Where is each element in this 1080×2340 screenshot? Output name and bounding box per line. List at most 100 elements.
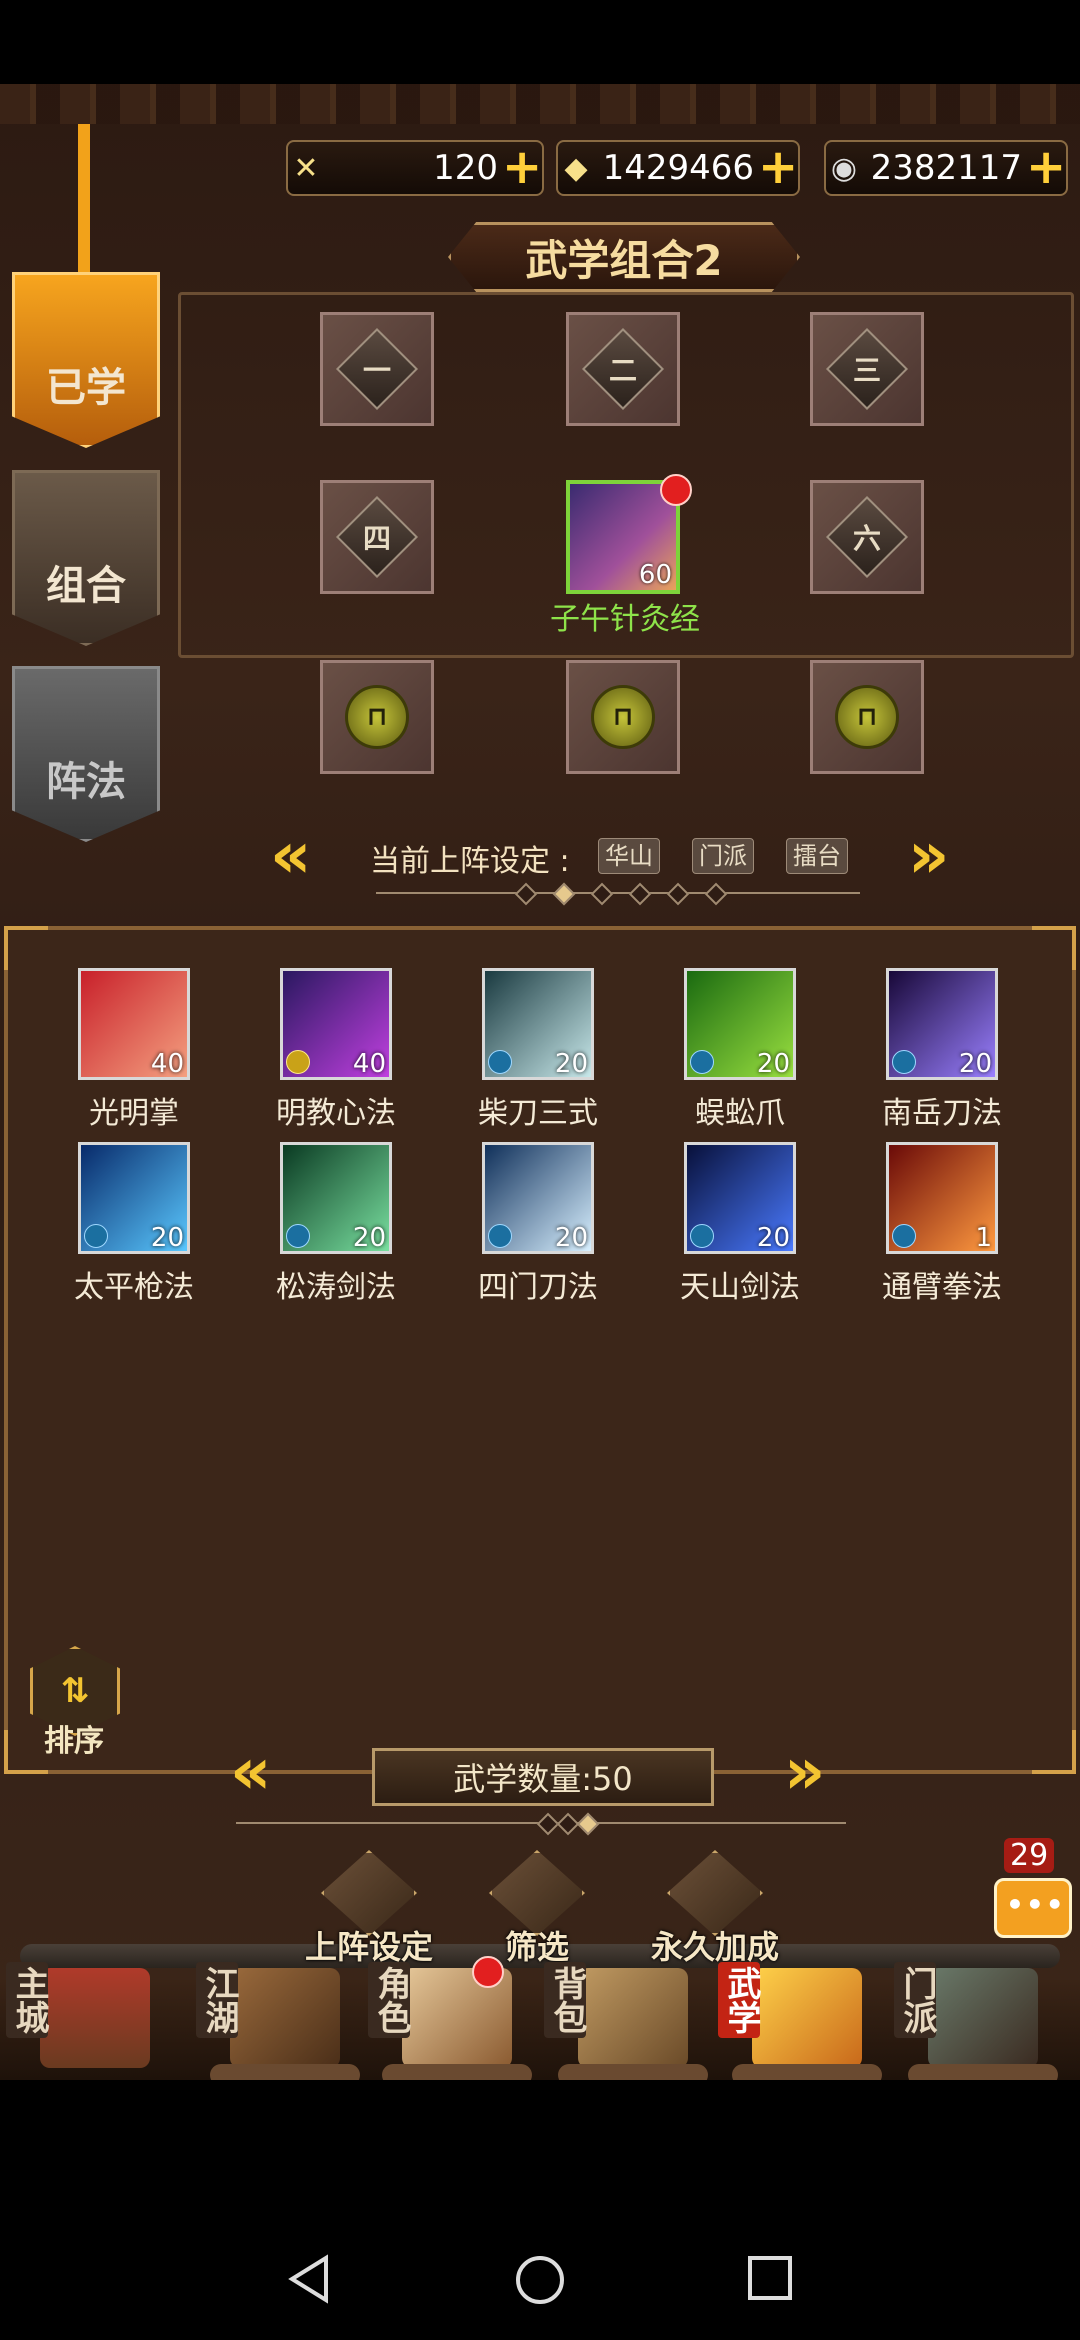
nav-character[interactable]: 角色: [362, 1952, 532, 2080]
skill-count-text: 武学数量:50: [453, 1760, 633, 1798]
combo-slot-3[interactable]: 三: [810, 312, 924, 426]
nav-martial-arts[interactable]: 武学: [712, 1952, 882, 2080]
skill-card[interactable]: 20: [886, 968, 998, 1080]
ingot-icon: ◆: [564, 150, 588, 186]
tab-combination[interactable]: 组合: [12, 470, 160, 646]
recents-icon[interactable]: [746, 2254, 794, 2302]
slot-label: 六: [852, 521, 882, 555]
skill-level: 20: [150, 1223, 184, 1253]
nav-jianghu[interactable]: 江湖: [190, 1952, 360, 2080]
sort-button[interactable]: ⇅ 排序: [30, 1646, 126, 1759]
nav-bag[interactable]: 背包: [538, 1952, 708, 2080]
skill-level: 1: [975, 1223, 992, 1253]
list-prev-arrow[interactable]: «: [230, 1740, 271, 1804]
sect-icon: [928, 1968, 1038, 2068]
combo-slot-7-locked[interactable]: ⊓: [320, 660, 434, 774]
skill-level: 20: [756, 1223, 790, 1253]
nav-plate: [382, 2064, 532, 2080]
currency-silver: ◉ 2382117 +: [824, 140, 1068, 196]
nav-plate: [210, 2064, 360, 2080]
skill-card[interactable]: 40: [280, 968, 392, 1080]
skill-name: 四门刀法: [478, 1270, 598, 1305]
skill-type-icon: [690, 1224, 714, 1248]
sort-arrows-icon: ⇅: [60, 1671, 90, 1711]
skill-card[interactable]: 20: [78, 1142, 190, 1254]
preset-prev-arrow[interactable]: «: [270, 824, 311, 888]
skill-name: 通臂拳法: [882, 1270, 1002, 1305]
nav-plate: [558, 2064, 708, 2080]
lock-icon: ⊓: [591, 685, 655, 749]
back-icon[interactable]: [286, 2254, 332, 2304]
silver-value: 2382117: [870, 148, 1022, 188]
add-ingot-button[interactable]: +: [758, 143, 798, 191]
silver-coin-icon: ◉: [830, 150, 858, 186]
top-border-pattern: [0, 84, 1080, 124]
panel-corner: [1032, 1730, 1076, 1774]
slot-diamond: 一: [335, 327, 419, 411]
tab-combination-label: 组合: [46, 563, 126, 609]
combo-slot-6[interactable]: 六: [810, 480, 924, 594]
skill-type-icon: [690, 1050, 714, 1074]
chat-unread-count: 29: [1004, 1838, 1055, 1873]
tab-formation-label: 阵法: [46, 759, 126, 805]
skill-level: 20: [958, 1049, 992, 1079]
nav-main-city[interactable]: 主城: [0, 1952, 170, 2080]
skill-type-icon: [286, 1224, 310, 1248]
add-silver-button[interactable]: +: [1026, 143, 1066, 191]
slot-diamond: 三: [825, 327, 909, 411]
currency-ingot: ◆ 1429466 +: [556, 140, 800, 196]
skill-card[interactable]: 20: [684, 1142, 796, 1254]
skill-card[interactable]: 20: [482, 1142, 594, 1254]
combo-title: 武学组合2: [448, 222, 800, 292]
pager-dot: [514, 882, 538, 906]
skill-level: 20: [756, 1049, 790, 1079]
pager-dot: [666, 882, 690, 906]
slot-label: 三: [852, 353, 882, 387]
pager-dot: [704, 882, 728, 906]
add-stamina-button[interactable]: +: [502, 143, 542, 191]
skill-name: 蜈蚣爪: [695, 1096, 785, 1131]
nav-sect[interactable]: 门派: [888, 1952, 1058, 2080]
pager-dot-active: [552, 882, 576, 906]
list-next-arrow[interactable]: »: [784, 1740, 825, 1804]
pager-dot-active: [576, 1812, 600, 1836]
nav-label: 门派: [894, 1962, 937, 2038]
slot-diamond: 四: [335, 495, 419, 579]
combo-title-text: 武学组合2: [525, 235, 723, 285]
home-icon[interactable]: [514, 2254, 566, 2306]
preset-tag-huashan: 华山: [598, 838, 660, 874]
pager-dot: [628, 882, 652, 906]
pager-dot: [590, 882, 614, 906]
combo-slot-4[interactable]: 四: [320, 480, 434, 594]
skill-card[interactable]: 40: [78, 968, 190, 1080]
skill-name: 明教心法: [276, 1096, 396, 1131]
preset-next-arrow[interactable]: »: [908, 824, 949, 888]
tab-formation[interactable]: 阵法: [12, 666, 160, 842]
skill-card[interactable]: 20: [482, 968, 594, 1080]
skill-level: 40: [150, 1049, 184, 1079]
skill-name: 南岳刀法: [882, 1096, 1002, 1131]
combo-slot-8-locked[interactable]: ⊓: [566, 660, 680, 774]
slot-label: 四: [362, 521, 392, 555]
chat-button[interactable]: ••• 29: [984, 1838, 1074, 1948]
skill-card[interactable]: 1: [886, 1142, 998, 1254]
skill-level: 20: [352, 1223, 386, 1253]
skill-type-icon: [488, 1224, 512, 1248]
skill-card[interactable]: 20: [684, 968, 796, 1080]
city-icon: [40, 1968, 150, 2068]
tab-learned[interactable]: 已学: [12, 272, 160, 448]
skill-level: 20: [554, 1223, 588, 1253]
skill-type-icon: [892, 1050, 916, 1074]
status-bar: [0, 0, 1080, 84]
skill-level: 20: [554, 1049, 588, 1079]
combo-slot-9-locked[interactable]: ⊓: [810, 660, 924, 774]
tab-rope: [78, 124, 90, 286]
bag-icon: [578, 1968, 688, 2068]
stamina-value: 120: [433, 148, 498, 188]
martial-arts-icon: [752, 1968, 862, 2068]
nav-label: 角色: [368, 1962, 411, 2038]
combo-slot-2[interactable]: 二: [566, 312, 680, 426]
combo-slot-1[interactable]: 一: [320, 312, 434, 426]
bottom-nav: 主城 江湖 角色 背包 武学 门派: [0, 1956, 1080, 2080]
skill-card[interactable]: 20: [280, 1142, 392, 1254]
